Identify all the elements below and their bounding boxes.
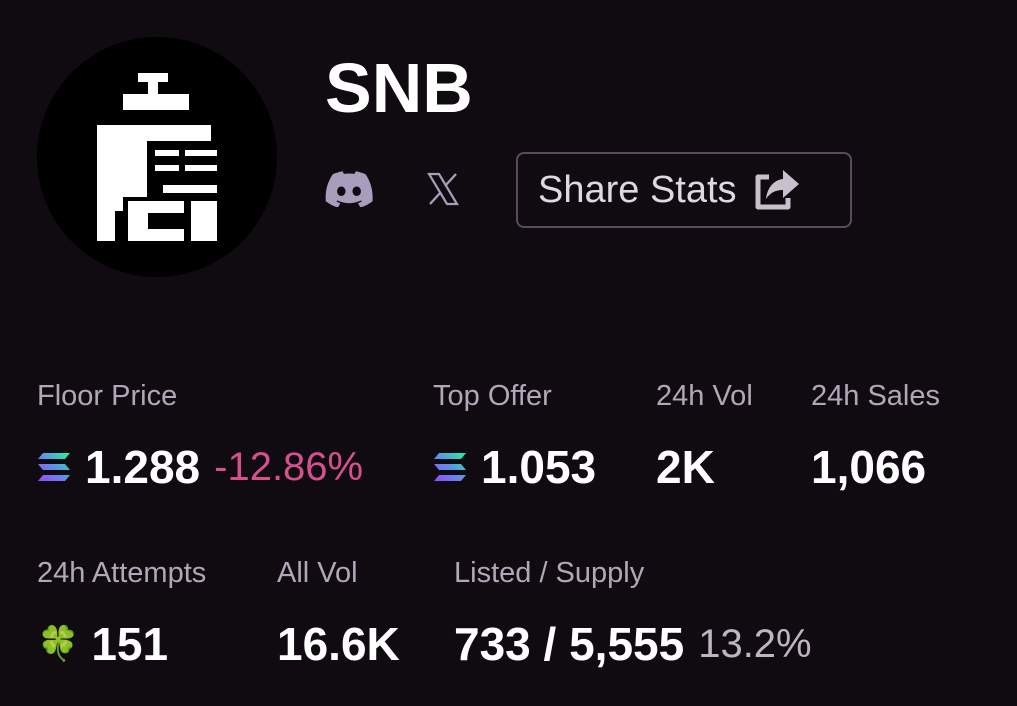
- floor-price-label: Floor Price: [37, 380, 178, 412]
- share-stats-button[interactable]: Share Stats: [516, 152, 852, 228]
- top-offer-value-row: 1.053: [433, 441, 596, 493]
- pixel-building-logo-icon: [97, 73, 217, 241]
- attempts-24h-value: 151: [91, 618, 169, 670]
- listed-supply-label: Listed / Supply: [454, 557, 645, 589]
- solana-icon: [38, 453, 70, 481]
- share-icon: [755, 170, 799, 210]
- listed-supply-value-row: 733 / 5,555 13.2%: [454, 618, 812, 670]
- top-offer-label: Top Offer: [433, 380, 552, 412]
- listed-percent: 13.2%: [698, 622, 812, 666]
- all-vol-value: 16.6K: [277, 618, 400, 670]
- attempts-24h-label: 24h Attempts: [37, 557, 207, 589]
- vol-24h-value-row: 2K: [656, 441, 715, 493]
- sales-24h-value-row: 1,066: [811, 441, 926, 493]
- floor-price-value: 1.288: [85, 441, 201, 493]
- floor-price-value-row: 1.288 -12.86%: [37, 441, 363, 493]
- x-icon[interactable]: [426, 172, 460, 206]
- sales-24h-label: 24h Sales: [811, 380, 940, 412]
- discord-icon[interactable]: [325, 171, 373, 207]
- all-vol-label: All Vol: [277, 557, 358, 589]
- share-stats-label: Share Stats: [538, 169, 737, 211]
- all-vol-value-row: 16.6K: [277, 618, 400, 670]
- floor-price-change: -12.86%: [214, 445, 364, 489]
- clover-icon: 🍀: [37, 625, 80, 663]
- collection-avatar: [37, 37, 277, 277]
- collection-name: SNB: [325, 49, 473, 127]
- vol-24h-label: 24h Vol: [656, 380, 753, 412]
- listed-supply-value: 733 / 5,555: [454, 618, 685, 670]
- vol-24h-value: 2K: [656, 441, 715, 493]
- attempts-24h-value-row: 🍀 151: [37, 618, 168, 670]
- top-offer-value: 1.053: [481, 441, 597, 493]
- solana-icon: [434, 453, 466, 481]
- sales-24h-value: 1,066: [811, 441, 927, 493]
